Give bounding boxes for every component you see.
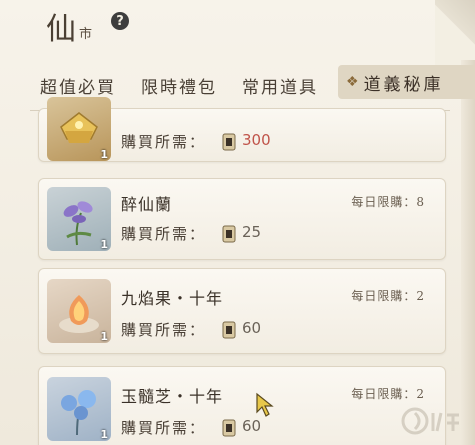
- cost-label: 購買所需：: [121, 225, 207, 243]
- scroll-token-icon: [222, 419, 236, 437]
- cost-value: 60: [242, 417, 262, 435]
- tab-label: 限時禮包: [141, 77, 217, 98]
- list-item[interactable]: 1 購買所需： 300: [38, 97, 446, 162]
- daily-limit: 每日限購：2: [351, 387, 425, 401]
- tab-best-value[interactable]: 超值必買: [40, 73, 116, 98]
- flame-fruit-icon: 1: [47, 279, 111, 343]
- title-main: 仙: [46, 12, 77, 47]
- shop-panel: 仙 市 ? 超值必買 限時禮包 常用道具 ❖ 道義秘庫 1 購買所需： 300 …: [0, 0, 475, 445]
- diamond-icon: ❖: [346, 74, 361, 90]
- tab-label: 道義秘庫: [363, 74, 444, 95]
- list-item[interactable]: 1 九焰果・十年 每日限購：2 購買所需： 60: [38, 268, 446, 354]
- title-sub: 市: [79, 27, 93, 42]
- tab-common-items[interactable]: 常用道具: [242, 73, 318, 98]
- cost-label: 購買所需：: [121, 321, 207, 339]
- item-count: 1: [100, 428, 108, 441]
- item-count: 1: [100, 238, 108, 251]
- gold-treasure-icon: 1: [47, 97, 111, 161]
- cost-value: 60: [242, 319, 262, 337]
- help-icon[interactable]: ?: [111, 12, 129, 30]
- tab-secret-vault[interactable]: ❖ 道義秘庫: [338, 65, 475, 99]
- scroll-token-icon: [222, 133, 236, 151]
- cost-label: 購買所需：: [121, 133, 207, 151]
- blue-lingzhi-icon: 1: [47, 377, 111, 441]
- cost-value: 300: [242, 131, 271, 149]
- tab-label: 常用道具: [242, 77, 318, 98]
- cost-value: 25: [242, 223, 262, 241]
- scroll-token-icon: [222, 225, 236, 243]
- item-count: 1: [100, 148, 108, 161]
- item-name: 玉髓芝・十年: [121, 387, 224, 406]
- item-name: 九焰果・十年: [121, 289, 224, 308]
- cost-label: 購買所需：: [121, 419, 207, 437]
- cursor-icon: [256, 392, 274, 417]
- scroll-token-icon: [222, 321, 236, 339]
- list-item[interactable]: 1 醉仙蘭 每日限購：8 購買所需： 25: [38, 178, 446, 260]
- tab-label: 超值必買: [40, 77, 116, 98]
- daily-limit: 每日限購：2: [351, 289, 425, 303]
- page-title: 仙 市: [46, 8, 92, 48]
- purple-orchid-icon: 1: [47, 187, 111, 251]
- tab-bar: 超值必買 限時禮包 常用道具 ❖ 道義秘庫: [40, 65, 475, 100]
- list-item[interactable]: 1 玉髓芝・十年 每日限購：2 購買所需： 60: [38, 366, 446, 445]
- watermark-logo: [401, 407, 459, 435]
- panel-edge: [461, 60, 475, 445]
- item-count: 1: [100, 330, 108, 343]
- daily-limit: 每日限購：8: [351, 195, 425, 209]
- item-name: 醉仙蘭: [121, 195, 173, 214]
- tab-limited-pack[interactable]: 限時禮包: [141, 73, 217, 98]
